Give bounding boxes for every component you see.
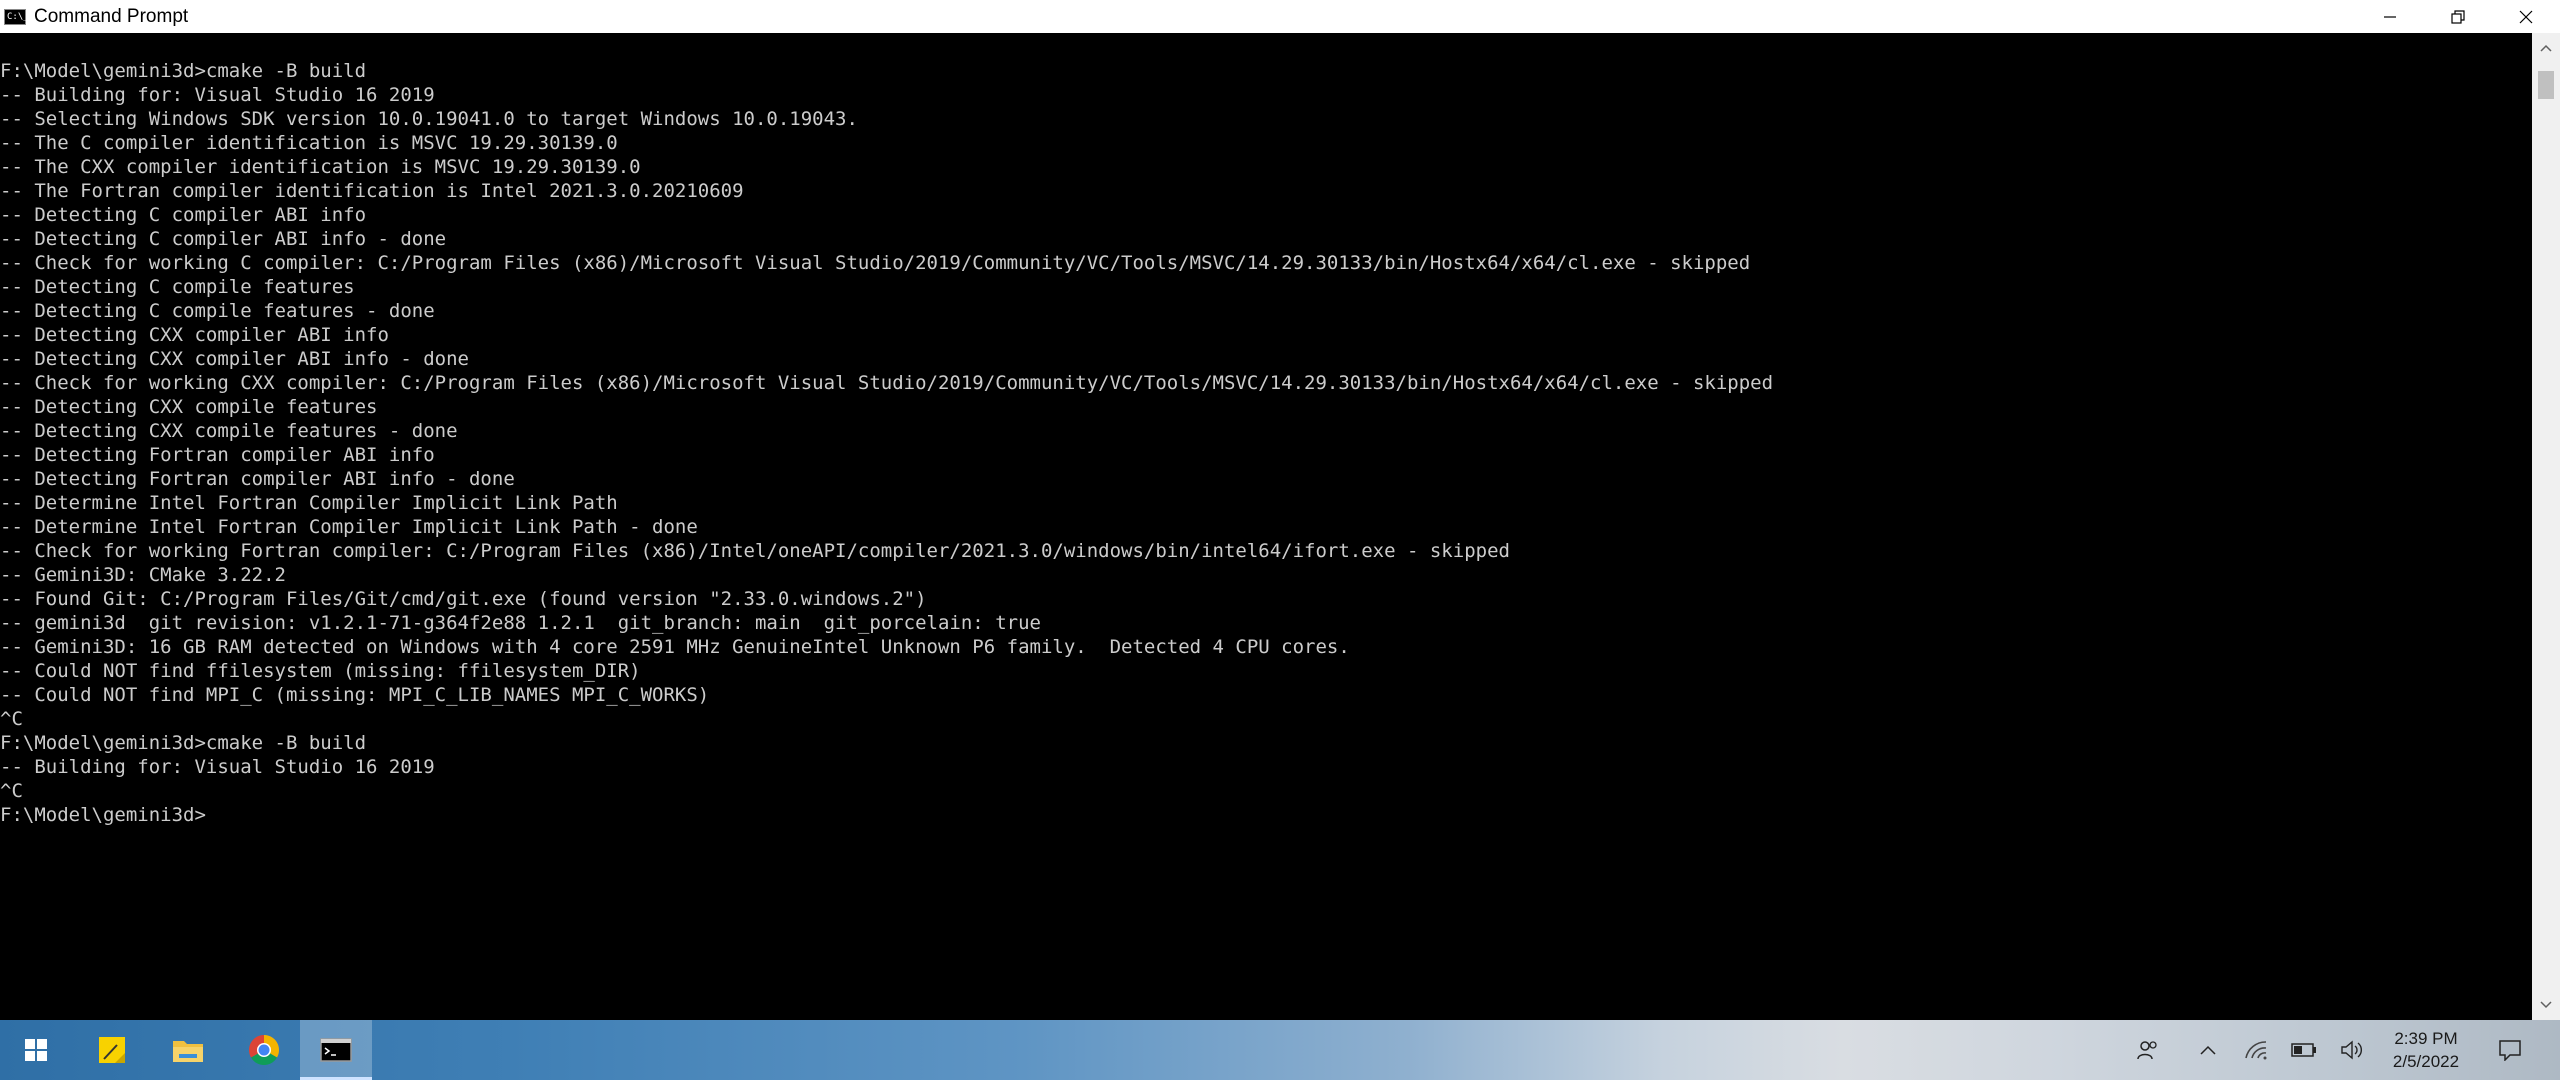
taskbar-chrome[interactable] bbox=[228, 1020, 300, 1080]
console-line: -- gemini3d git revision: v1.2.1-71-g364… bbox=[0, 612, 1041, 634]
show-hidden-icons-button[interactable] bbox=[2194, 1038, 2222, 1062]
notifications-icon bbox=[2499, 1040, 2521, 1061]
console-line: -- Detecting Fortran compiler ABI info -… bbox=[0, 468, 515, 490]
console-line: F:\Model\gemini3d> bbox=[0, 804, 206, 826]
title-bar[interactable]: C:\_ Command Prompt bbox=[0, 0, 2560, 33]
console-line: F:\Model\gemini3d>cmake -B build bbox=[0, 732, 367, 754]
console-line: -- Detecting CXX compile features bbox=[0, 396, 378, 418]
console-line: -- Detecting C compiler ABI info bbox=[0, 204, 367, 226]
taskbar-file-explorer[interactable] bbox=[152, 1020, 224, 1080]
console-line: -- Check for working C compiler: C:/Prog… bbox=[0, 252, 1751, 274]
start-button[interactable] bbox=[0, 1020, 72, 1080]
console-line: -- Gemini3D: 16 GB RAM detected on Windo… bbox=[0, 636, 1350, 658]
console-line: -- Determine Intel Fortran Compiler Impl… bbox=[0, 516, 698, 538]
vertical-scrollbar[interactable] bbox=[2532, 33, 2560, 1020]
console-line: -- Detecting C compiler ABI info - done bbox=[0, 228, 447, 250]
wifi-icon bbox=[2245, 1041, 2267, 1060]
console-line: -- Check for working CXX compiler: C:/Pr… bbox=[0, 372, 1774, 394]
scroll-down-button[interactable] bbox=[2532, 990, 2560, 1020]
console-line: -- Check for working Fortran compiler: C… bbox=[0, 540, 1510, 562]
scrollbar-thumb[interactable] bbox=[2538, 71, 2554, 99]
console-line: -- Gemini3D: CMake 3.22.2 bbox=[0, 564, 286, 586]
taskbar-sticky-notes[interactable] bbox=[76, 1020, 148, 1080]
minimize-button[interactable] bbox=[2356, 0, 2424, 33]
people-icon bbox=[2137, 1041, 2157, 1060]
console-line: -- Could NOT find ffilesystem (missing: … bbox=[0, 660, 641, 682]
console-line: -- Detecting CXX compiler ABI info - don… bbox=[0, 348, 469, 370]
console-line: F:\Model\gemini3d>cmake -B build bbox=[0, 60, 367, 82]
people-button[interactable] bbox=[2134, 1038, 2162, 1062]
clock-date: 2/5/2022 bbox=[2392, 1052, 2460, 1071]
taskbar-clock[interactable]: 2:39 PM 2/5/2022 bbox=[2378, 1027, 2474, 1073]
sticky-notes-icon bbox=[99, 1037, 125, 1063]
console-line: -- Building for: Visual Studio 16 2019 bbox=[0, 84, 435, 106]
action-center-button[interactable] bbox=[2496, 1038, 2524, 1062]
console-line: ^C bbox=[0, 708, 23, 730]
windows-logo-icon bbox=[25, 1039, 47, 1061]
clock-time: 2:39 PM bbox=[2394, 1029, 2458, 1048]
console-line: -- Detecting C compile features - done bbox=[0, 300, 435, 322]
terminal-icon bbox=[320, 1038, 352, 1062]
restore-button[interactable] bbox=[2424, 0, 2492, 33]
network-button[interactable] bbox=[2242, 1038, 2270, 1062]
console-line: -- Could NOT find MPI_C (missing: MPI_C_… bbox=[0, 684, 710, 706]
volume-button[interactable] bbox=[2338, 1038, 2366, 1062]
command-prompt-app-icon[interactable]: C:\_ bbox=[4, 8, 29, 25]
chevron-up-icon bbox=[2200, 1045, 2216, 1055]
scroll-down-arrow-icon bbox=[2540, 1001, 2552, 1009]
taskbar-command-prompt[interactable] bbox=[300, 1020, 372, 1080]
console-line: -- The CXX compiler identification is MS… bbox=[0, 156, 641, 178]
app-icon-label: C:\_ bbox=[7, 11, 29, 22]
console-line: -- The Fortran compiler identification i… bbox=[0, 180, 744, 202]
window-controls bbox=[2356, 0, 2560, 33]
console-line: -- Detecting CXX compile features - done bbox=[0, 420, 458, 442]
restore-icon bbox=[2451, 9, 2465, 24]
battery-icon bbox=[2291, 1043, 2316, 1057]
console-line: -- Detecting C compile features bbox=[0, 276, 355, 298]
console-line: ^C bbox=[0, 780, 23, 802]
console-lines: F:\Model\gemini3d>cmake -B build -- Build… bbox=[0, 33, 2532, 827]
console-line: -- Selecting Windows SDK version 10.0.19… bbox=[0, 108, 858, 130]
chrome-icon bbox=[248, 1035, 280, 1066]
folder-icon bbox=[173, 1041, 203, 1062]
console-line: -- The C compiler identification is MSVC… bbox=[0, 132, 618, 154]
console-line: -- Found Git: C:/Program Files/Git/cmd/g… bbox=[0, 588, 927, 610]
speaker-icon bbox=[2341, 1040, 2362, 1060]
battery-button[interactable] bbox=[2290, 1038, 2318, 1062]
taskbar: 2:39 PM 2/5/2022 bbox=[0, 1020, 2560, 1080]
scroll-up-button[interactable] bbox=[2532, 33, 2560, 63]
close-icon bbox=[2519, 10, 2533, 23]
console-line: -- Detecting Fortran compiler ABI info bbox=[0, 444, 435, 466]
close-button[interactable] bbox=[2492, 0, 2560, 33]
window-title: Command Prompt bbox=[34, 5, 189, 27]
console-line: -- Determine Intel Fortran Compiler Impl… bbox=[0, 492, 618, 514]
console-line: -- Building for: Visual Studio 16 2019 bbox=[0, 756, 435, 778]
minimize-icon bbox=[2384, 15, 2396, 18]
scroll-up-arrow-icon bbox=[2540, 44, 2552, 52]
console-output-area[interactable]: F:\Model\gemini3d>cmake -B build -- Build… bbox=[0, 33, 2532, 1020]
console-line: -- Detecting CXX compiler ABI info bbox=[0, 324, 389, 346]
